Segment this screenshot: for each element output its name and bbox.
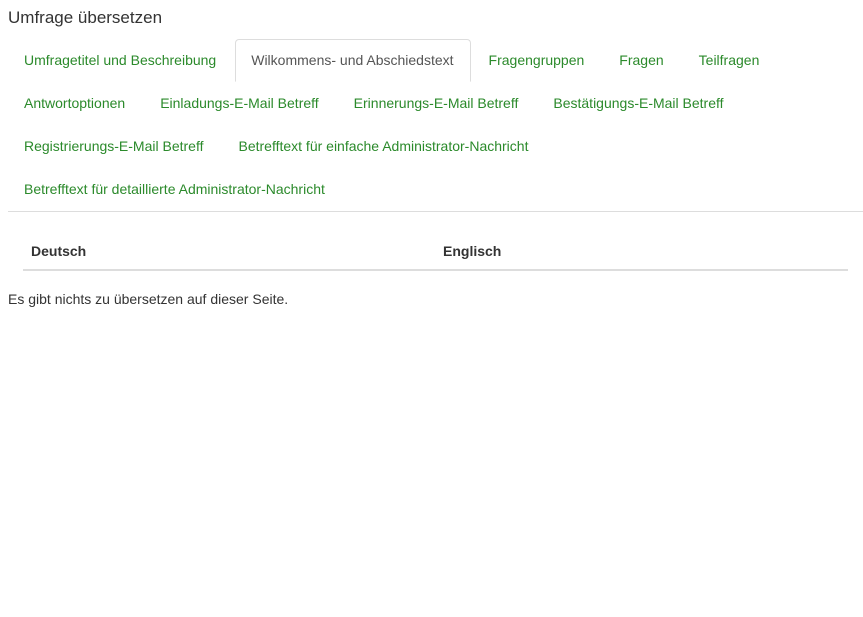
tab-bestaetigung-betreff[interactable]: Bestätigungs-E-Mail Betreff [537,82,740,125]
tab-umfragetitel[interactable]: Umfragetitel und Beschreibung [8,39,233,82]
page-title: Umfrage übersetzen [8,8,163,27]
tab-erinnerung-betreff[interactable]: Erinnerungs-E-Mail Betreff [338,82,536,125]
empty-message: Es gibt nichts zu übersetzen auf dieser … [8,291,289,307]
tab-admin-einfach-betreff[interactable]: Betrefftext für einfache Administrator-N… [222,125,545,168]
tab-registrierung-betreff[interactable]: Registrierungs-E-Mail Betreff [8,125,220,168]
tab-fragengruppen[interactable]: Fragengruppen [473,39,602,82]
translation-tabs: Umfragetitel und Beschreibung Wilkommens… [8,39,863,212]
tab-fragen[interactable]: Fragen [603,39,680,82]
tab-willkommenstext[interactable]: Wilkommens- und Abschiedstext [235,39,471,82]
translation-table-header: Deutsch Englisch [23,238,848,271]
tab-admin-detailliert-betreff[interactable]: Betrefftext für detaillierte Administrat… [8,168,342,211]
tab-einladung-betreff[interactable]: Einladungs-E-Mail Betreff [144,82,335,125]
tab-antwortoptionen[interactable]: Antwortoptionen [8,82,142,125]
tab-teilfragen[interactable]: Teilfragen [683,39,777,82]
column-header-englisch: Englisch [443,243,502,259]
column-header-deutsch: Deutsch [31,243,87,259]
